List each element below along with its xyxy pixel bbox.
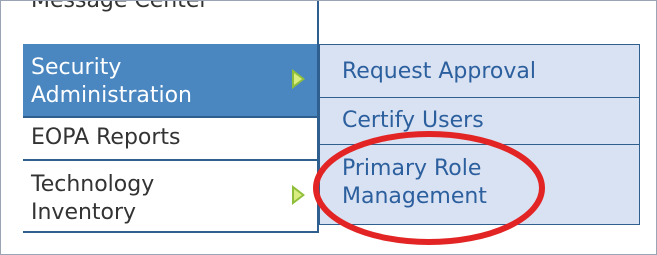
submenu-item-certify-users[interactable]: Certify Users: [320, 98, 639, 143]
submenu-item-primary-role-management[interactable]: Primary Role Management: [320, 145, 639, 225]
submenu-item-label: Certify Users: [342, 108, 484, 133]
menu-item-message-center[interactable]: Message Center: [23, 1, 317, 44]
menu-item-label: Message Center: [31, 1, 317, 15]
menu-divider: [23, 231, 317, 233]
menu-item-security-administration[interactable]: Security Administration: [23, 44, 317, 116]
menu-item-eopa-reports[interactable]: EOPA Reports: [23, 118, 317, 159]
screenshot-frame: Message Center Security Administration E…: [0, 0, 657, 255]
menu-item-label: Technology Inventory: [31, 172, 155, 225]
menu-item-label: EOPA Reports: [31, 125, 181, 150]
security-submenu: Request Approval Certify Users Primary R…: [319, 44, 640, 225]
submenu-item-label: Primary Role Management: [342, 156, 487, 209]
submenu-arrow-icon: [292, 69, 305, 89]
submenu-item-request-approval[interactable]: Request Approval: [320, 45, 639, 97]
submenu-item-label: Request Approval: [342, 59, 536, 84]
menu-item-label: Security Administration: [31, 55, 192, 108]
submenu-arrow-icon: [292, 185, 305, 205]
left-menu: Message Center Security Administration E…: [23, 1, 318, 233]
menu-item-technology-inventory[interactable]: Technology Inventory: [23, 161, 317, 231]
